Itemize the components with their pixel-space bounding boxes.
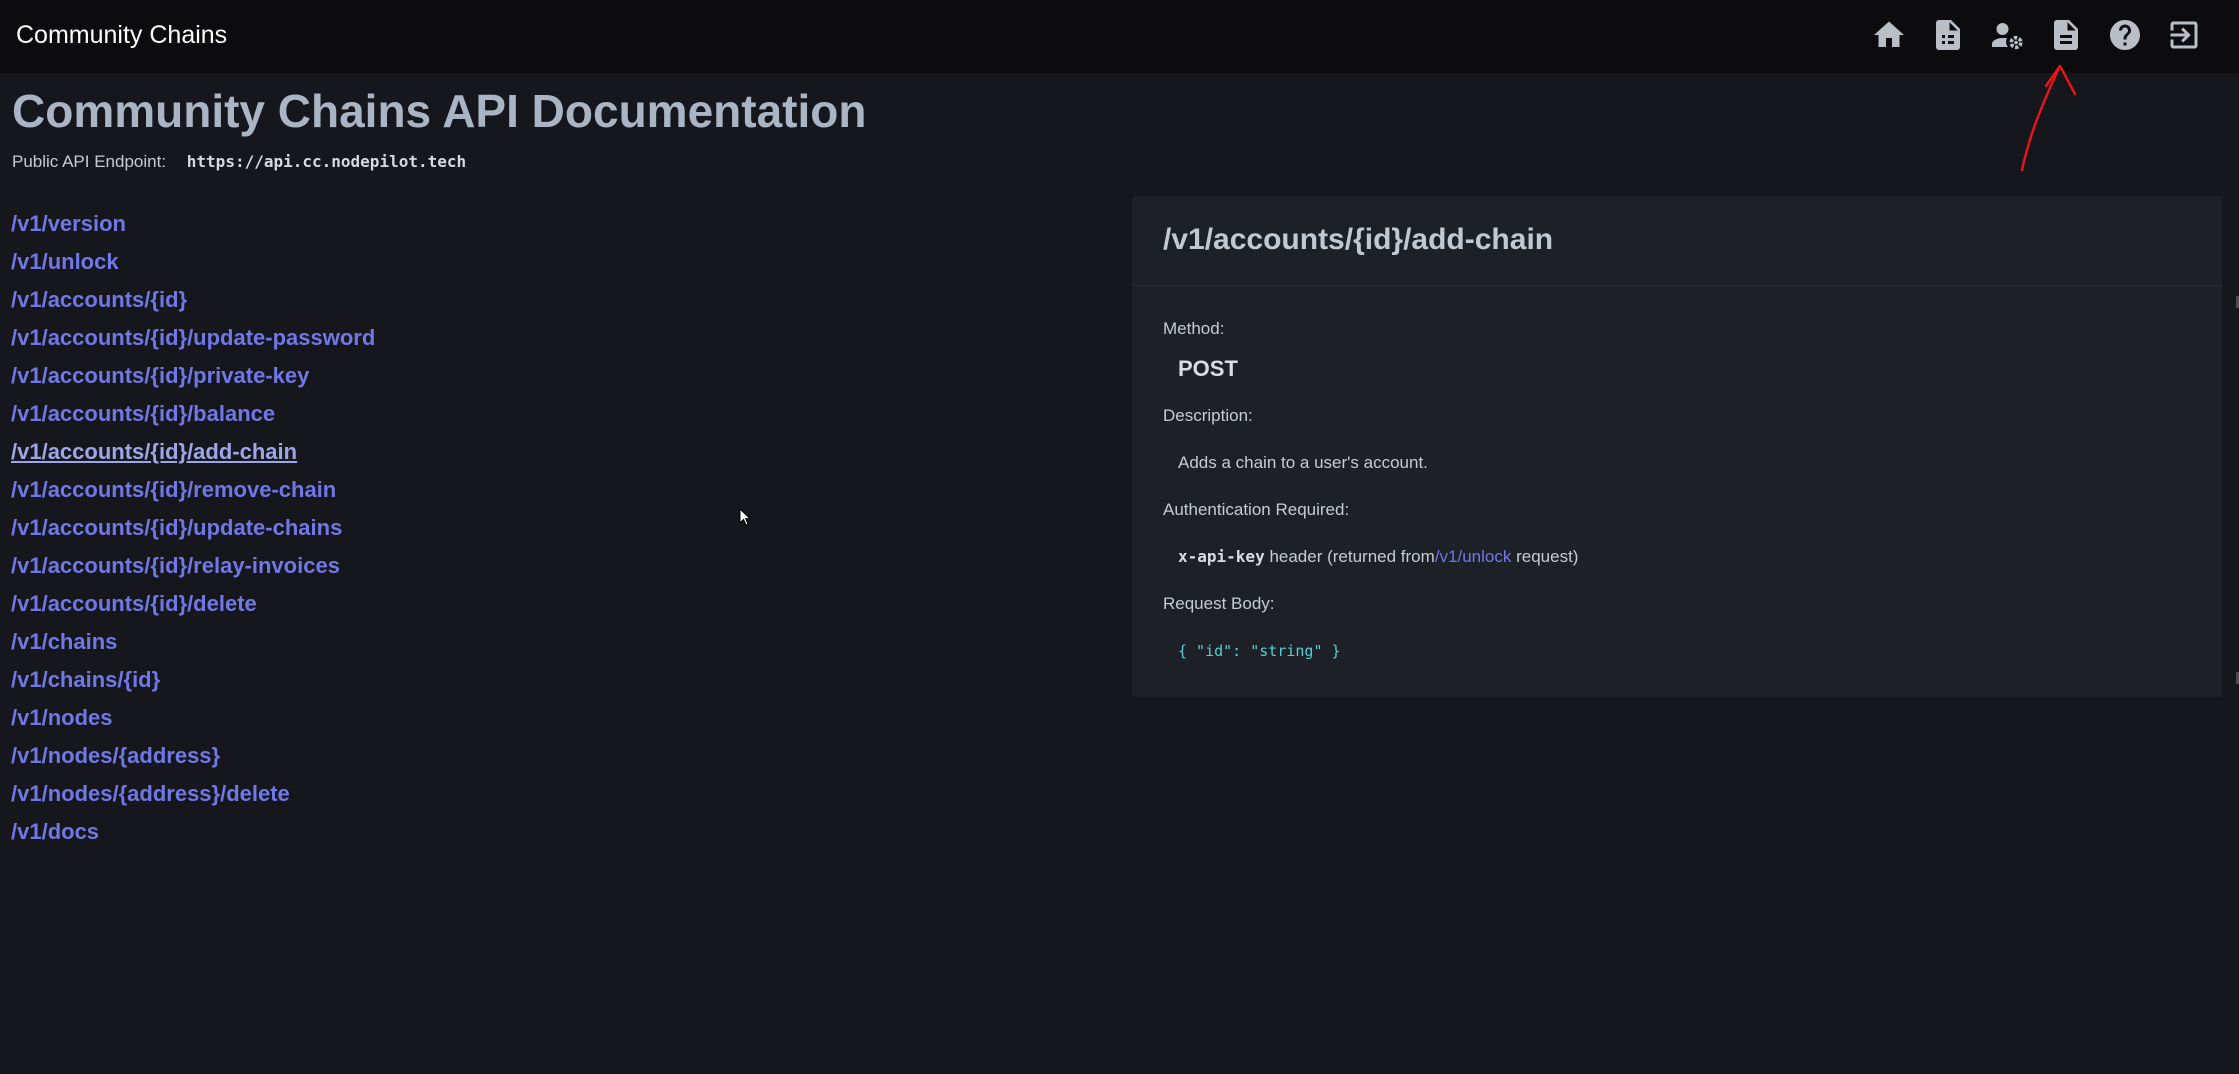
request-body-label: Request Body:: [1163, 594, 1275, 613]
docs-icon[interactable]: [2047, 16, 2085, 54]
top-navbar: Community Chains: [0, 0, 2239, 73]
auth-label: Authentication Required:: [1163, 500, 1350, 519]
route-list-item: /v1/nodes/{address}/delete: [11, 775, 375, 813]
page-title: Community Chains API Documentation: [12, 85, 867, 137]
user-settings-icon[interactable]: [1988, 16, 2026, 54]
auth-text-after: request): [1516, 547, 1579, 566]
route-link[interactable]: /v1/accounts/{id}/relay-invoices: [11, 553, 340, 578]
home-icon[interactable]: [1870, 16, 1908, 54]
route-link[interactable]: /v1/accounts/{id}/delete: [11, 591, 257, 616]
route-link[interactable]: /v1/version: [11, 211, 126, 236]
document-list-icon[interactable]: [1929, 16, 1967, 54]
detail-title: /v1/accounts/{id}/add-chain: [1132, 196, 2222, 286]
route-link[interactable]: /v1/docs: [11, 819, 99, 844]
route-list-item: /v1/accounts/{id}/delete: [11, 585, 375, 623]
route-link[interactable]: /v1/accounts/{id}/update-password: [11, 325, 375, 350]
auth-value: x-api-key header (returned from/v1/unloc…: [1178, 547, 1578, 567]
endpoint-detail-card: /v1/accounts/{id}/add-chain Method: POST…: [1132, 196, 2222, 697]
route-link[interactable]: /v1/nodes/{address}: [11, 743, 220, 768]
route-list-item: /v1/accounts/{id}/private-key: [11, 357, 375, 395]
route-link[interactable]: /v1/nodes/{address}/delete: [11, 781, 290, 806]
route-list-item: /v1/accounts/{id}/remove-chain: [11, 471, 375, 509]
route-list-item: /v1/chains: [11, 623, 375, 661]
route-list-item: /v1/version: [11, 205, 375, 243]
route-link[interactable]: /v1/accounts/{id}/private-key: [11, 363, 309, 388]
help-icon[interactable]: [2106, 16, 2144, 54]
endpoint-label: Public API Endpoint:: [12, 152, 167, 171]
route-link[interactable]: /v1/nodes: [11, 705, 112, 730]
request-body-code: { "id": "string" }: [1178, 642, 1341, 660]
route-list-item: /v1/accounts/{id}/balance: [11, 395, 375, 433]
mouse-cursor-icon: [739, 508, 752, 526]
nav-icon-bar: [1849, 0, 2203, 70]
unlock-link[interactable]: /v1/unlock: [1435, 547, 1512, 566]
method-label: Method:: [1163, 319, 1225, 338]
app-brand[interactable]: Community Chains: [16, 0, 227, 70]
auth-text-before: header (returned from: [1269, 547, 1435, 566]
route-list-item: /v1/chains/{id}: [11, 661, 375, 699]
route-list: /v1/version/v1/unlock/v1/accounts/{id} /v…: [11, 205, 375, 851]
route-list-item: /v1/accounts/{id}/relay-invoices: [11, 547, 375, 585]
red-arrow-annotation: [2020, 64, 2077, 172]
route-list-item: /v1/nodes: [11, 699, 375, 737]
route-link[interactable]: /v1/unlock: [11, 249, 119, 274]
route-list-item: /v1/docs: [11, 813, 375, 851]
route-link[interactable]: /v1/accounts/{id}/remove-chain: [11, 477, 336, 502]
route-link[interactable]: /v1/chains: [11, 629, 117, 654]
route-list-item: /v1/accounts/{id}/update-chains: [11, 509, 375, 547]
endpoint-url: https://api.cc.nodepilot.tech: [186, 152, 467, 171]
route-link[interactable]: /v1/accounts/{id}/update-chains: [11, 515, 342, 540]
description-label: Description:: [1163, 406, 1253, 425]
route-list-item: /v1/accounts/{id}: [11, 281, 375, 319]
route-list-item: /v1/unlock: [11, 243, 375, 281]
public-endpoint-row: Public API Endpoint: https://api.cc.node…: [12, 150, 466, 174]
route-link[interactable]: /v1/accounts/{id}/balance: [11, 401, 275, 426]
route-list-item: /v1/nodes/{address}: [11, 737, 375, 775]
route-link[interactable]: /v1/accounts/{id}: [11, 287, 187, 312]
api-key-header-name: x-api-key: [1178, 547, 1265, 566]
route-link[interactable]: /v1/chains/{id}: [11, 667, 160, 692]
route-link[interactable]: /v1/accounts/{id}/add-chain: [11, 439, 297, 464]
method-value: POST: [1178, 356, 1238, 381]
logout-icon[interactable]: [2165, 16, 2203, 54]
route-list-item: /v1/accounts/{id}/update-password: [11, 319, 375, 357]
route-list-item: /v1/accounts/{id}/add-chain: [11, 433, 375, 471]
description-value: Adds a chain to a user's account.: [1178, 453, 1428, 472]
